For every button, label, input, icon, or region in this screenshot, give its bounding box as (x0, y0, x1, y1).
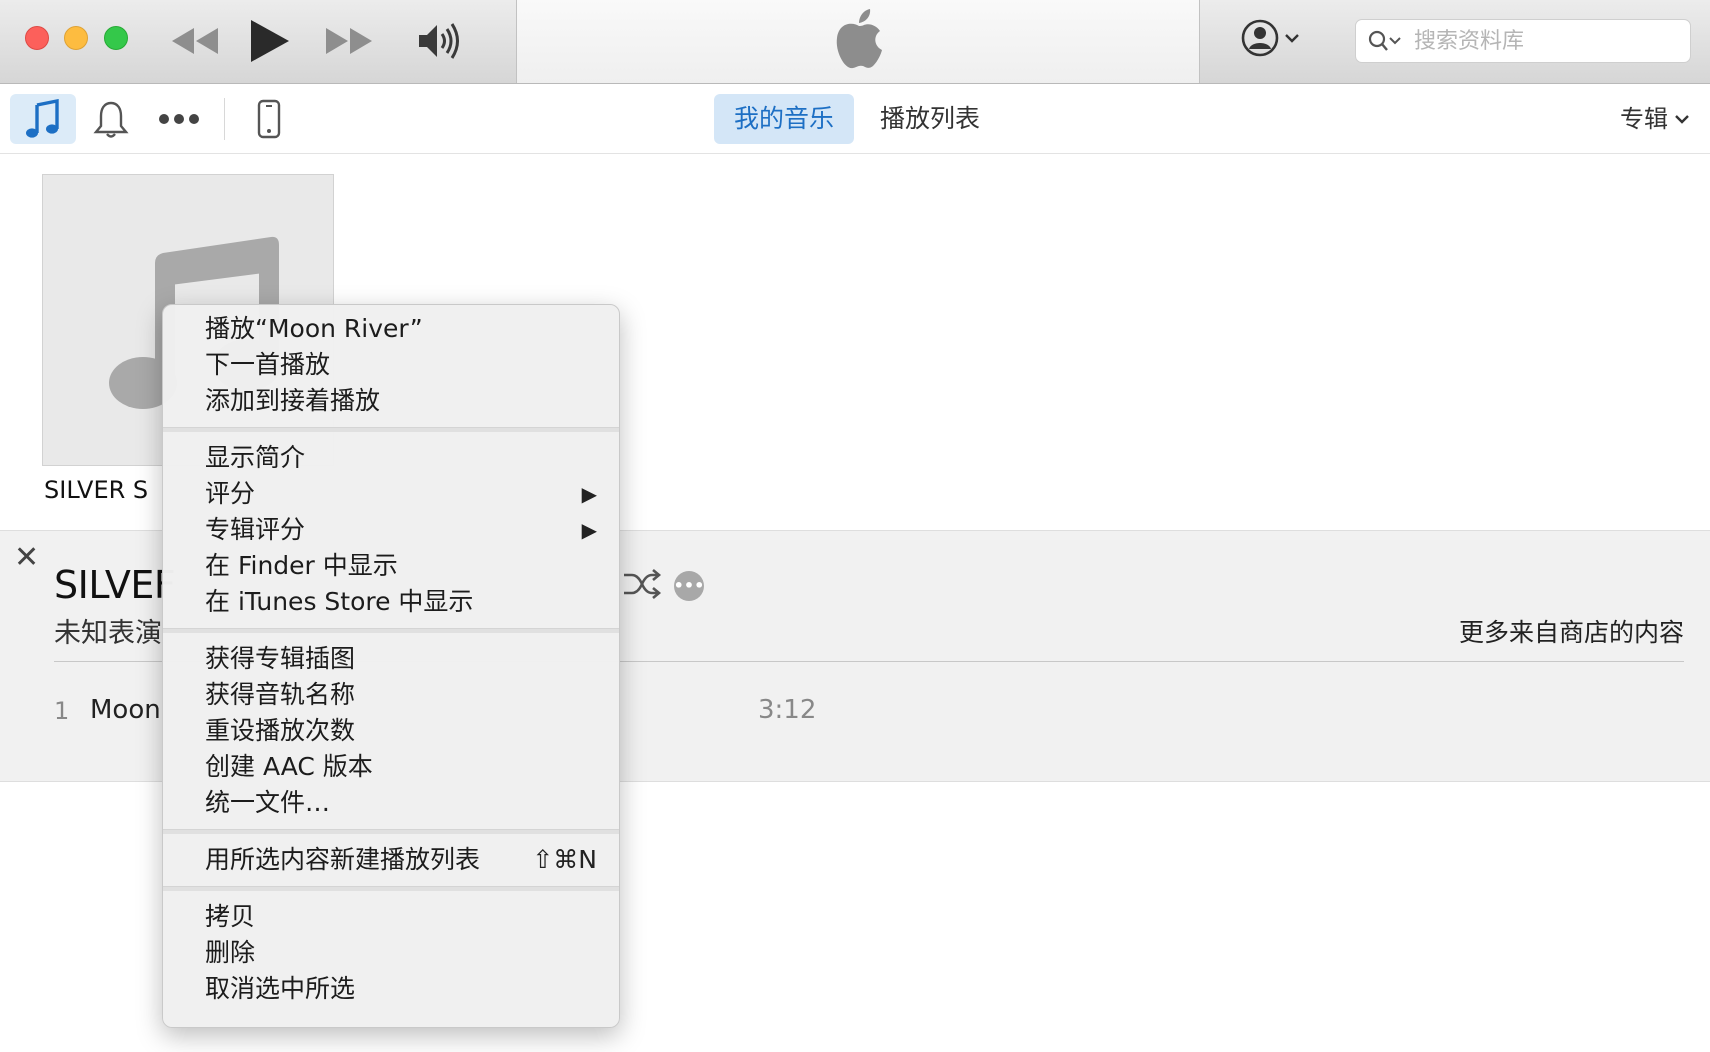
volume-icon (419, 23, 459, 59)
now-playing-display (516, 0, 1200, 83)
more-icon (159, 114, 199, 124)
search-input[interactable] (1412, 27, 1676, 55)
menu-item-reset-play-count[interactable]: 重设播放次数 (163, 713, 619, 749)
menu-separator (163, 886, 619, 891)
tab-my-music[interactable]: 我的音乐 (714, 94, 855, 144)
rewind-button[interactable] (166, 10, 224, 72)
track-name[interactable]: Moon (90, 695, 161, 725)
music-library-button[interactable] (10, 94, 76, 144)
bell-icon (93, 101, 129, 138)
submenu-arrow-icon: ▶ (581, 518, 597, 542)
minimize-window-button[interactable] (64, 26, 88, 50)
menu-item-album-rating[interactable]: 专辑评分 ▶ (163, 512, 619, 548)
store-content-link[interactable]: 更多来自商店的内容 (1459, 613, 1684, 649)
view-selector-label: 专辑 (1620, 105, 1668, 133)
menu-item-uncheck-selection[interactable]: 取消选中所选 (163, 971, 619, 1007)
menu-item-play-next[interactable]: 下一首播放 (163, 347, 619, 383)
menu-item-show-in-finder[interactable]: 在 Finder 中显示 (163, 548, 619, 584)
shuffle-icon[interactable] (622, 567, 662, 601)
fast-forward-button[interactable] (320, 10, 378, 72)
play-icon (251, 20, 289, 62)
iphone-icon (257, 99, 281, 139)
menu-item-label: 专辑评分 (205, 515, 306, 544)
detail-album-title: SILVEF (54, 563, 176, 607)
view-selector[interactable]: 专辑 (1620, 94, 1690, 144)
menu-item-label: 评分 (205, 479, 256, 508)
album-title[interactable]: SILVER S (44, 476, 148, 504)
account-button[interactable] (1240, 18, 1300, 58)
track-number: 1 (54, 697, 70, 725)
menu-item-get-track-names[interactable]: 获得音轨名称 (163, 677, 619, 713)
more-options-button[interactable]: ••• (674, 571, 704, 601)
menu-item-create-aac-version[interactable]: 创建 AAC 版本 (163, 749, 619, 785)
device-button[interactable] (253, 94, 285, 144)
fast-forward-icon (326, 28, 372, 54)
tab-playlists[interactable]: 播放列表 (860, 94, 1000, 144)
account-icon (1241, 19, 1279, 57)
more-media-button[interactable] (156, 94, 202, 144)
search-field[interactable] (1355, 19, 1691, 63)
apple-logo-icon (836, 9, 882, 69)
close-detail-button[interactable]: ✕ (14, 543, 39, 573)
music-note-icon (26, 99, 59, 138)
volume-button[interactable] (414, 10, 466, 72)
notifications-button[interactable] (90, 94, 132, 144)
close-window-button[interactable] (25, 26, 49, 50)
menu-item-copy[interactable]: 拷贝 (163, 899, 619, 935)
context-menu: 播放“Moon River” 下一首播放 添加到接着播放 显示简介 评分 ▶ 专… (162, 304, 620, 1028)
menu-item-new-playlist-from-selection[interactable]: 用所选内容新建播放列表 ⇧⌘N (163, 842, 619, 878)
menu-item-label: 用所选内容新建播放列表 (205, 845, 481, 874)
menu-item-play[interactable]: 播放“Moon River” (163, 311, 619, 347)
toolbar-divider (224, 98, 225, 140)
menu-item-get-album-artwork[interactable]: 获得专辑插图 (163, 641, 619, 677)
chevron-down-icon (1285, 34, 1299, 43)
maximize-window-button[interactable] (104, 26, 128, 50)
menu-item-get-info[interactable]: 显示简介 (163, 440, 619, 476)
menu-separator (163, 829, 619, 834)
title-bar (0, 0, 1710, 84)
detail-artist: 未知表演 (54, 618, 162, 649)
menu-separator (163, 628, 619, 633)
chevron-down-icon (1675, 115, 1689, 124)
menu-item-consolidate-files[interactable]: 统一文件… (163, 785, 619, 821)
play-button[interactable] (240, 10, 296, 72)
menu-separator (163, 427, 619, 432)
track-duration: 3:12 (758, 695, 817, 725)
rewind-icon (172, 28, 218, 54)
search-icon (1368, 30, 1401, 51)
menu-item-rating[interactable]: 评分 ▶ (163, 476, 619, 512)
menu-item-show-in-itunes-store[interactable]: 在 iTunes Store 中显示 (163, 584, 619, 620)
submenu-arrow-icon: ▶ (581, 482, 597, 506)
menu-item-add-to-up-next[interactable]: 添加到接着播放 (163, 383, 619, 419)
menu-item-delete[interactable]: 删除 (163, 935, 619, 971)
toolbar: 我的音乐 播放列表 专辑 (0, 84, 1710, 154)
menu-shortcut: ⇧⌘N (532, 845, 597, 874)
